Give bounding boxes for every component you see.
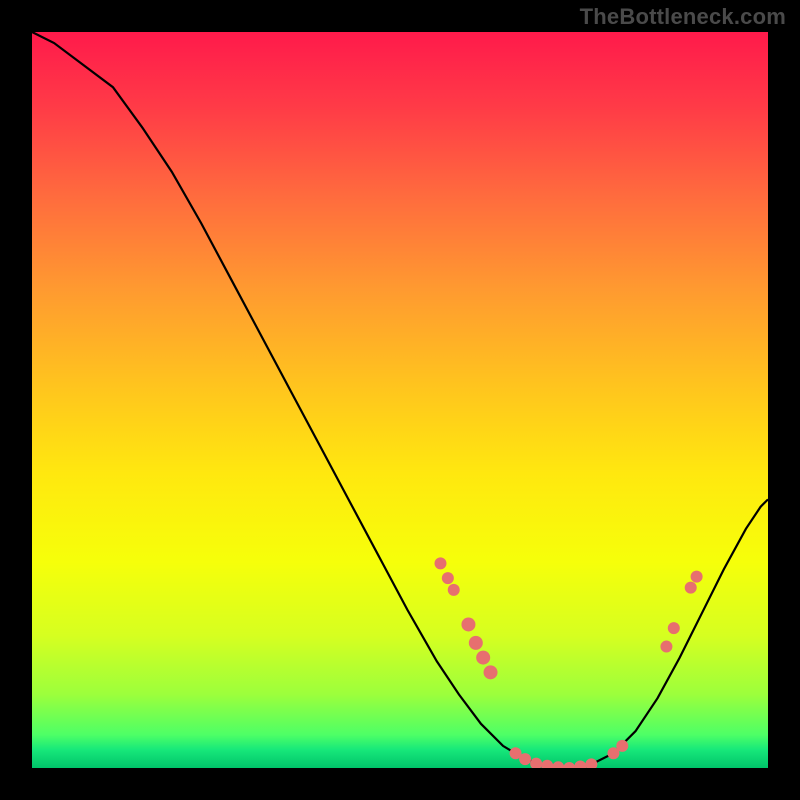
marker-dot	[616, 740, 628, 752]
marker-dot	[563, 762, 575, 768]
marker-dot	[685, 582, 697, 594]
marker-dot	[541, 760, 553, 768]
highlighted-points	[434, 557, 702, 768]
marker-dot	[476, 651, 490, 665]
marker-dot	[469, 636, 483, 650]
watermark-text: TheBottleneck.com	[580, 4, 786, 30]
marker-dot	[448, 584, 460, 596]
marker-dot	[484, 665, 498, 679]
chart-stage: TheBottleneck.com	[0, 0, 800, 800]
marker-dot	[574, 761, 586, 768]
marker-dot	[461, 617, 475, 631]
marker-dot	[519, 753, 531, 765]
marker-dot	[691, 571, 703, 583]
marker-dot	[442, 572, 454, 584]
marker-dot	[530, 758, 542, 768]
marker-dot	[552, 761, 564, 768]
marker-dot	[585, 758, 597, 768]
marker-dot	[660, 641, 672, 653]
bottleneck-curve	[32, 32, 768, 768]
marker-dot	[434, 557, 446, 569]
plot-area	[32, 32, 768, 768]
marker-dot	[668, 622, 680, 634]
curve-layer	[32, 32, 768, 768]
